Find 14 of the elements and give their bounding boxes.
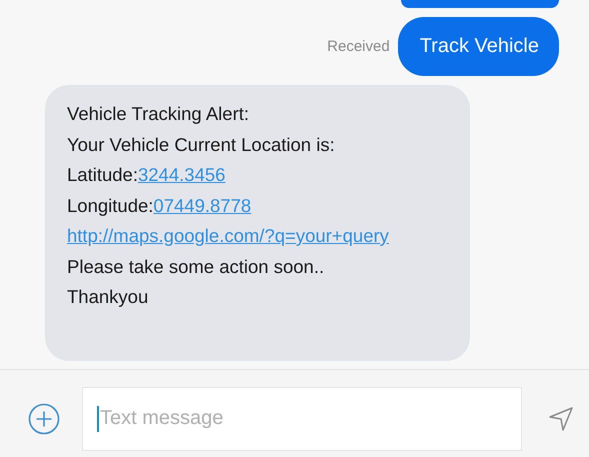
message-text: Latitude: bbox=[67, 164, 138, 185]
message-link[interactable]: 3244.3456 bbox=[138, 164, 226, 185]
message-status: Received bbox=[327, 38, 390, 55]
sent-message-bubble: Track Vehicle bbox=[398, 17, 559, 76]
message-link[interactable]: 07449.8778 bbox=[153, 194, 252, 216]
send-icon[interactable] bbox=[548, 406, 574, 432]
message-text: Please take some action soon.. bbox=[67, 256, 324, 276]
message-text: Thankyou bbox=[67, 286, 148, 307]
message-input-field[interactable]: Text message bbox=[82, 386, 522, 450]
message-text: Longitude: bbox=[67, 194, 154, 216]
message-link[interactable]: http://maps.google.com/?q=your+query bbox=[67, 225, 389, 246]
message-text: Vehicle Tracking Alert: bbox=[67, 103, 250, 124]
add-icon[interactable] bbox=[28, 402, 60, 434]
message-text: Your Vehicle Current Location is: bbox=[67, 134, 335, 154]
